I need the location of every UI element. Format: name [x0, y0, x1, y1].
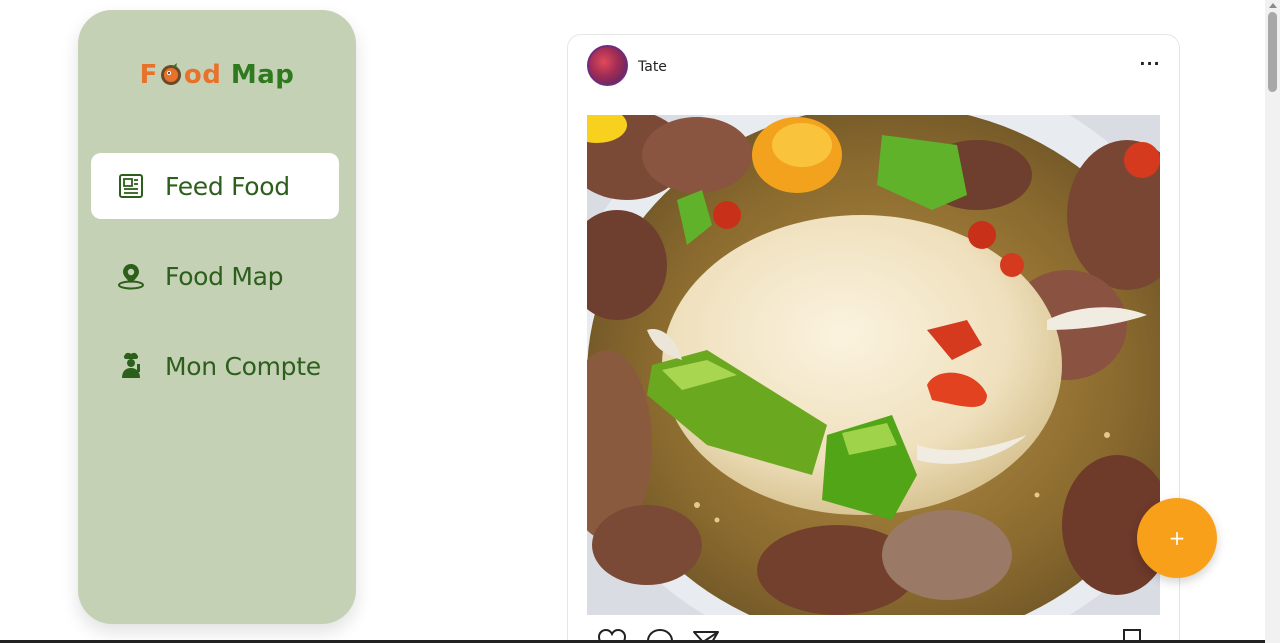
sidebar-item-label: Feed Food — [165, 171, 290, 201]
sidebar-item-label: Mon Compte — [165, 351, 321, 381]
logo-letter: F — [139, 60, 158, 90]
sidebar-item-food-map[interactable]: Food Map — [91, 243, 339, 309]
scroll-thumb[interactable] — [1268, 12, 1277, 92]
add-post-button[interactable]: + — [1137, 498, 1217, 578]
logo-text-orange: od — [183, 60, 222, 90]
sidebar-item-mon-compte[interactable]: Mon Compte — [91, 333, 339, 399]
sidebar-item-label: Food Map — [165, 261, 284, 291]
logo-text-green: Map — [230, 60, 295, 90]
newspaper-icon — [119, 174, 143, 198]
page: F od Map Feed Food Food Map Mon Compte T… — [0, 0, 1280, 643]
post-image[interactable] — [587, 115, 1160, 615]
post-username[interactable]: Tate — [638, 59, 667, 75]
sidebar-item-feed-food[interactable]: Feed Food — [91, 153, 339, 219]
more-options-icon[interactable]: ··· — [1137, 53, 1163, 79]
chef-user-icon — [122, 352, 140, 378]
scrollbar[interactable] — [1265, 0, 1280, 643]
avatar[interactable] — [587, 45, 628, 86]
food-dish-photo — [587, 115, 1160, 615]
logo-bird-icon — [160, 63, 181, 85]
app-logo[interactable]: F od Map — [78, 60, 356, 90]
scroll-up-icon[interactable] — [1269, 3, 1277, 8]
map-pin-icon — [118, 264, 144, 290]
sidebar: F od Map Feed Food Food Map Mon Compte — [78, 10, 356, 624]
post-card: Tate ··· — [567, 34, 1180, 643]
